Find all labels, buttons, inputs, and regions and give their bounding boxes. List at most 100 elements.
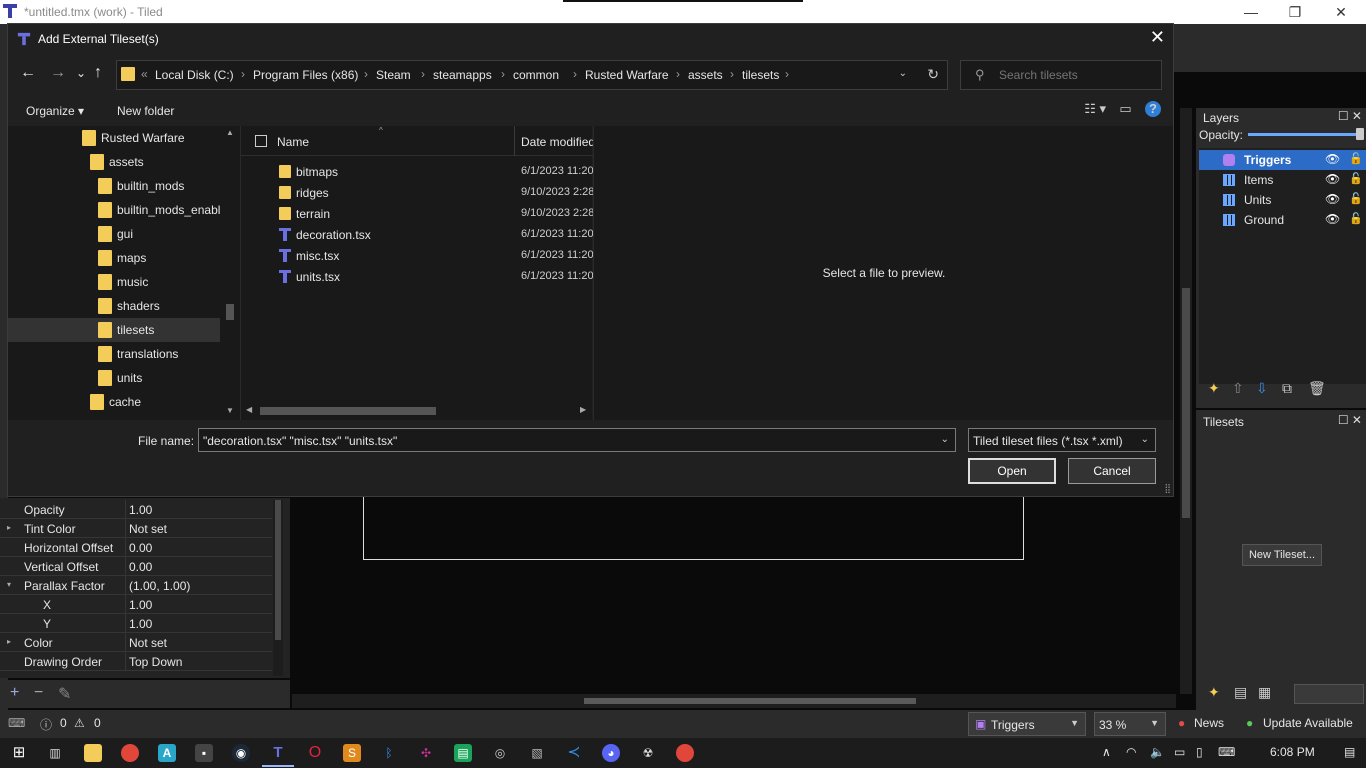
breadcrumb-segment[interactable]: Steam xyxy=(376,68,411,82)
news-link[interactable]: News xyxy=(1194,716,1224,730)
tree-item-translations[interactable]: translations xyxy=(8,342,220,366)
property-value[interactable]: Not set xyxy=(129,522,167,536)
tree-item-builtin-mods-enabl[interactable]: builtin_mods_enabl xyxy=(8,198,220,222)
file-row[interactable]: decoration.tsx 6/1/2023 11:20 xyxy=(241,224,593,245)
task-view-icon[interactable]: ▥ xyxy=(46,744,64,762)
tileset-menu-combo[interactable] xyxy=(1294,684,1364,704)
property-row[interactable]: Drawing Order Top Down xyxy=(0,652,272,671)
clock-time[interactable]: 6:08 PM xyxy=(1270,745,1315,759)
up-button[interactable]: ↑ xyxy=(94,64,102,82)
battery-icon[interactable]: ▯ xyxy=(1196,745,1203,759)
current-layer-combo[interactable]: ▣ Triggers ▼ xyxy=(968,712,1086,736)
search-box[interactable]: ⚲ xyxy=(960,60,1162,90)
breadcrumb-chevron-icon[interactable]: › xyxy=(364,67,368,81)
windows-start-icon[interactable]: ⊞ xyxy=(10,744,28,762)
file-explorer-icon[interactable] xyxy=(84,744,102,762)
file-row[interactable]: terrain 9/10/2023 2:28 xyxy=(241,203,593,224)
property-row[interactable]: Vertical Offset 0.00 xyxy=(0,557,272,576)
steam-icon[interactable]: ◉ xyxy=(232,744,250,762)
property-row[interactable]: ▸ Color Not set xyxy=(0,633,272,652)
dialog-close-button[interactable]: ✕ xyxy=(1150,27,1165,48)
property-value[interactable]: 0.00 xyxy=(129,560,152,574)
opera-icon[interactable]: O xyxy=(306,744,324,762)
column-divider[interactable] xyxy=(514,126,515,156)
discord-icon[interactable]: ◕ xyxy=(602,744,620,762)
breadcrumb-chevron-icon[interactable]: › xyxy=(573,67,577,81)
lock-icon[interactable]: 🔓 xyxy=(1349,212,1363,225)
obs-icon[interactable]: ◎ xyxy=(491,744,509,762)
change-view-icon[interactable]: ☷ ▾ xyxy=(1084,101,1106,117)
breadcrumb-chevron-icon[interactable]: › xyxy=(785,67,789,81)
tiled-taskbar-icon[interactable]: T xyxy=(269,744,287,762)
recent-locations-button[interactable]: ⌄ xyxy=(76,66,86,80)
property-value[interactable]: 0.00 xyxy=(129,541,152,555)
chrome-icon[interactable] xyxy=(676,744,694,762)
scroll-thumb[interactable] xyxy=(275,500,281,640)
properties-scrollbar[interactable] xyxy=(273,500,283,676)
breadcrumb-segment[interactable]: common xyxy=(513,68,559,82)
tree-item-builtin-mods[interactable]: builtin_mods xyxy=(8,174,220,198)
file-row[interactable]: misc.tsx 6/1/2023 11:20 xyxy=(241,245,593,266)
lock-icon[interactable]: 🔓 xyxy=(1349,172,1363,185)
overflow-chevron[interactable]: « xyxy=(141,67,148,81)
property-value[interactable]: 1.00 xyxy=(129,598,152,612)
layer-row-items[interactable]: Items 👁 🔓 xyxy=(1199,170,1366,190)
tree-item-music[interactable]: music xyxy=(8,270,220,294)
file-row[interactable]: ridges 9/10/2023 2:28 xyxy=(241,182,593,203)
preview-pane-icon[interactable]: ▭ xyxy=(1119,101,1131,117)
breadcrumb-chevron-icon[interactable]: › xyxy=(421,67,425,81)
breadcrumb-segment[interactable]: Program Files (x86) xyxy=(253,68,358,82)
lock-icon[interactable]: 🔓 xyxy=(1349,152,1363,165)
vscode-icon[interactable]: ≺ xyxy=(565,744,583,762)
tree-item-gui[interactable]: gui xyxy=(8,222,220,246)
tree-item-shaders[interactable]: shaders xyxy=(8,294,220,318)
panel-float-close-icons[interactable]: ☐ ✕ xyxy=(1338,109,1362,123)
app-icon[interactable]: ▤ xyxy=(454,744,472,762)
warning-icon[interactable]: ⚠ xyxy=(74,716,85,730)
help-icon[interactable]: ? xyxy=(1145,101,1161,117)
back-button[interactable]: ← xyxy=(20,64,36,82)
zoom-combo[interactable]: 33 % ▼ xyxy=(1094,712,1166,736)
file-list-horizontal-scrollbar[interactable]: ◀ ▶ xyxy=(240,402,592,420)
new-folder-button[interactable]: New folder xyxy=(117,104,174,118)
scroll-thumb[interactable] xyxy=(1182,288,1190,518)
tree-item-maps[interactable]: maps xyxy=(8,246,220,270)
property-row[interactable]: Horizontal Offset 0.00 xyxy=(0,538,272,557)
address-bar[interactable]: « Local Disk (C:) › Program Files (x86) › St… xyxy=(116,60,948,90)
new-tileset-icon[interactable]: ✦ xyxy=(1208,684,1220,701)
property-value[interactable]: Not set xyxy=(129,636,167,650)
duplicate-layer-icon[interactable]: ⧉ xyxy=(1282,380,1292,397)
chevron-down-icon[interactable]: ⌄ xyxy=(899,68,907,79)
file-type-select[interactable]: Tiled tileset files (*.tsx *.xml) ⌄ xyxy=(968,428,1156,452)
property-row[interactable]: X 1.00 xyxy=(0,595,272,614)
organize-menu[interactable]: Organize ▾ xyxy=(26,104,84,118)
export-tileset-icon[interactable]: ▦ xyxy=(1258,684,1271,701)
property-value[interactable]: 1.00 xyxy=(129,617,152,631)
scroll-down-icon[interactable]: ▼ xyxy=(226,406,234,415)
keyboard-icon[interactable]: ⌨ xyxy=(1218,745,1235,759)
expand-icon[interactable]: ▸ xyxy=(7,523,11,532)
window-close-button[interactable]: ✕ xyxy=(1318,2,1364,22)
visibility-eye-icon[interactable]: 👁 xyxy=(1325,152,1340,166)
edit-property-icon[interactable]: ✎ xyxy=(58,684,71,704)
add-property-icon[interactable]: + xyxy=(10,684,19,702)
new-layer-icon[interactable]: ✦ xyxy=(1208,380,1220,397)
breadcrumb-segment[interactable]: steamapps xyxy=(433,68,492,82)
chrome-icon[interactable] xyxy=(121,744,139,762)
show-hidden-icons-icon[interactable]: ∧ xyxy=(1102,745,1111,759)
photos-icon[interactable]: ▧ xyxy=(528,744,546,762)
property-row[interactable]: ▾ Parallax Factor (1.00, 1.00) xyxy=(0,576,272,595)
file-name-combo[interactable]: ⌄ xyxy=(198,428,956,452)
property-value[interactable]: Top Down xyxy=(129,655,182,669)
scroll-left-icon[interactable]: ◀ xyxy=(246,405,252,414)
tree-item-cache[interactable]: cache xyxy=(8,390,220,414)
file-row[interactable]: units.tsx 6/1/2023 11:20 xyxy=(241,266,593,287)
chevron-down-icon[interactable]: ⌄ xyxy=(941,434,949,445)
tree-item-rusted-warfare[interactable]: Rusted Warfare xyxy=(8,126,220,150)
app-a-icon[interactable]: A xyxy=(158,744,176,762)
bluetooth-icon[interactable]: ᛒ xyxy=(380,744,398,762)
tree-item-units[interactable]: units xyxy=(8,366,220,390)
layer-row-units[interactable]: Units 👁 🔓 xyxy=(1199,190,1366,210)
file-row[interactable]: bitmaps 6/1/2023 11:20 xyxy=(241,161,593,182)
console-icon[interactable]: ⌨ xyxy=(8,716,25,730)
